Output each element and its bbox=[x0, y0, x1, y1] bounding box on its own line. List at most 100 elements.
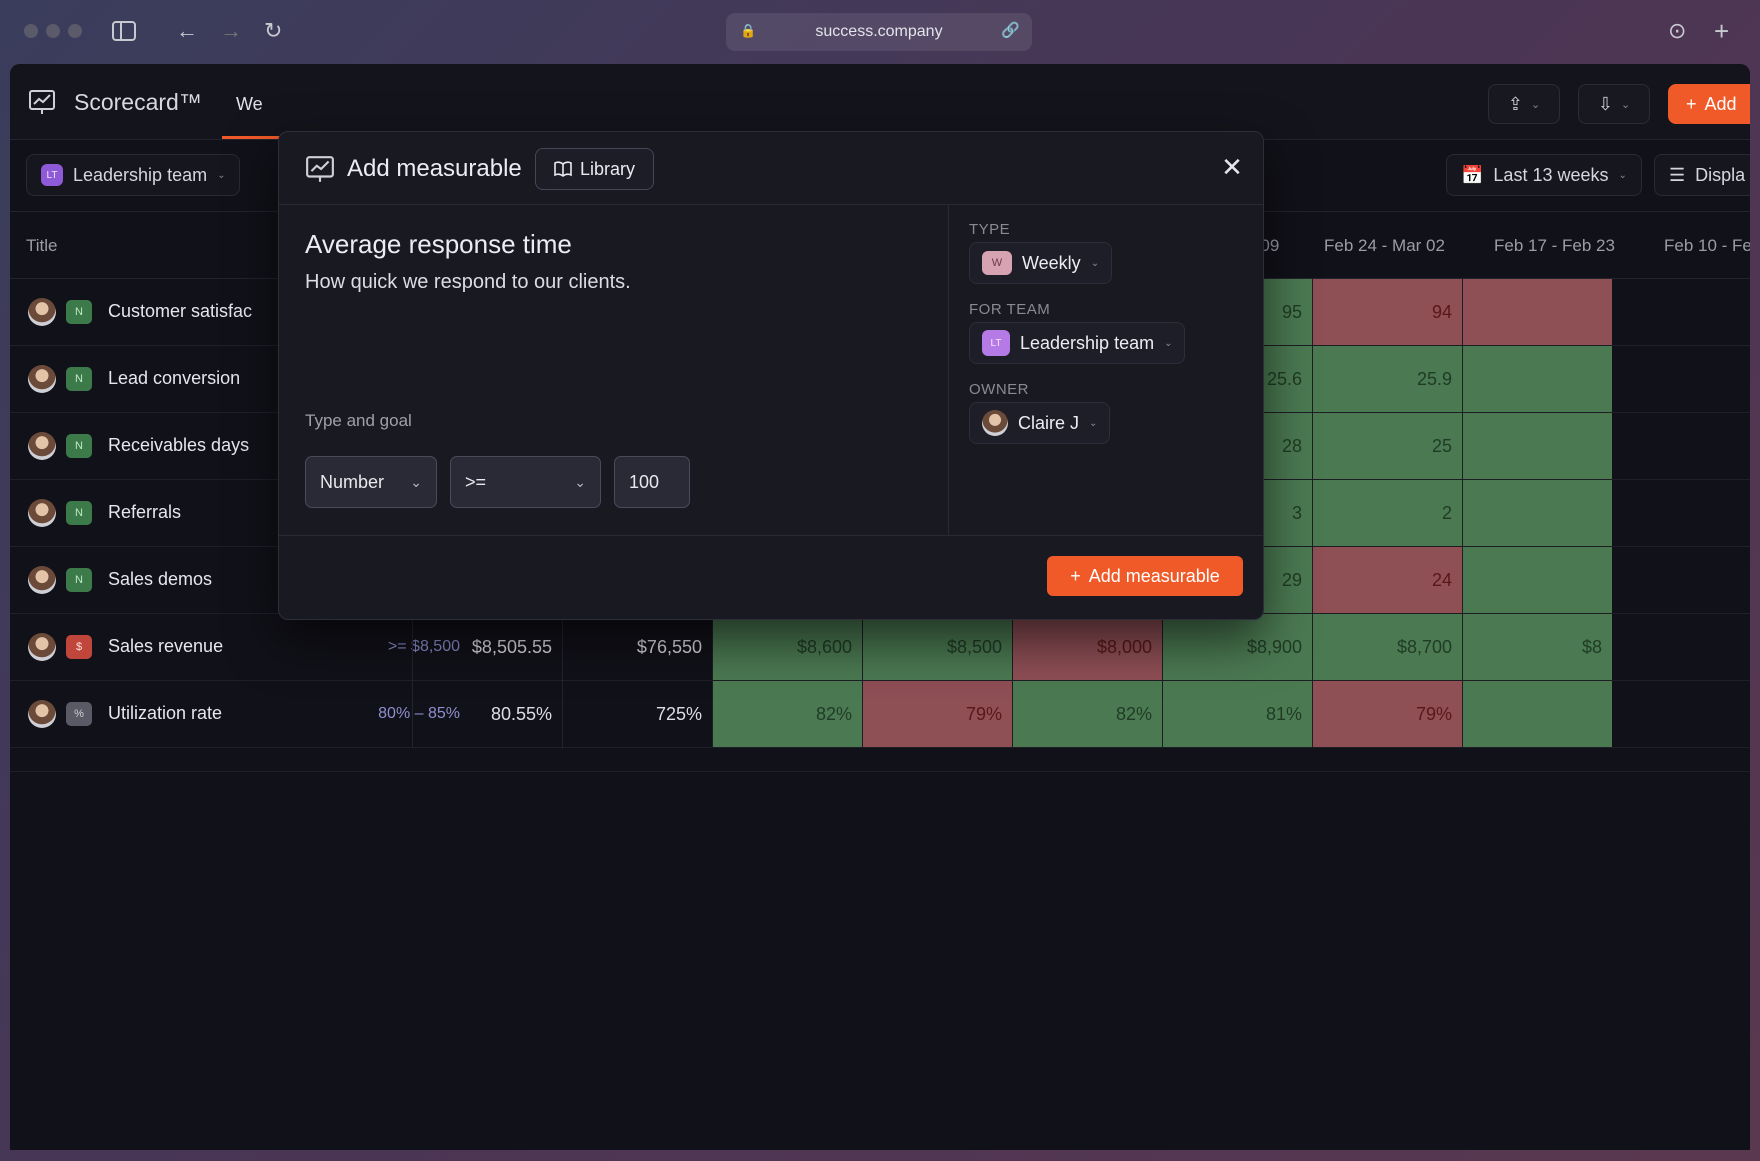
goal-value-input[interactable]: 100 bbox=[614, 456, 690, 508]
week-value-cell[interactable]: $8 bbox=[1462, 614, 1612, 681]
export-button[interactable]: ⇪ ⌄ bbox=[1488, 84, 1560, 124]
week-value-cell[interactable]: 79% bbox=[862, 681, 1012, 748]
display-options-button[interactable]: ☰ Displa bbox=[1654, 154, 1750, 196]
week-value-cell[interactable]: 2 bbox=[1312, 480, 1462, 547]
forward-arrow-icon[interactable]: → bbox=[220, 20, 242, 42]
average-cell: 80.55% bbox=[412, 681, 562, 748]
back-arrow-icon[interactable]: ← bbox=[176, 20, 198, 42]
measurable-description-input[interactable]: How quick we respond to our clients. bbox=[305, 271, 631, 294]
address-bar[interactable]: 🔒 success.company 🔗 bbox=[726, 13, 1032, 51]
owner-select[interactable]: Claire J ⌄ bbox=[969, 402, 1111, 444]
week-value-cell[interactable]: $8,700 bbox=[1312, 614, 1462, 681]
measurable-kind-badge: $ bbox=[66, 635, 92, 659]
avatar bbox=[28, 365, 56, 393]
import-button[interactable]: ⇩ ⌄ bbox=[1578, 84, 1650, 124]
app-window: Scorecard™ We ⇪ ⌄ ⇩ ⌄ + Add LT Leadership t… bbox=[10, 64, 1750, 1150]
week-value-cell[interactable]: 94 bbox=[1312, 279, 1462, 346]
column-header-title[interactable]: Title bbox=[26, 236, 58, 256]
week-value-cell[interactable]: $8,500 bbox=[862, 614, 1012, 681]
avatar bbox=[28, 700, 56, 728]
week-value-cell[interactable]: 25.9 bbox=[1312, 346, 1462, 413]
avatar bbox=[28, 499, 56, 527]
browser-chrome: ← → ↻ 🔒 success.company 🔗 ⊙ + bbox=[0, 0, 1760, 64]
week-value-cell[interactable]: $8,600 bbox=[712, 614, 862, 681]
table-row[interactable]: % Utilization rate 80% – 85% 80.55% 725% 82% 7… bbox=[10, 681, 1750, 748]
table-footer-spacer bbox=[10, 748, 1750, 772]
measurable-title[interactable]: Utilization rate bbox=[108, 703, 222, 724]
week-value-cell[interactable]: 79% bbox=[1312, 681, 1462, 748]
team-badge: LT bbox=[41, 164, 63, 186]
date-range-filter[interactable]: 📅 Last 13 weeks ⌄ bbox=[1446, 154, 1642, 196]
measurable-title[interactable]: Lead conversion bbox=[108, 368, 240, 389]
measurable-title[interactable]: Sales revenue bbox=[108, 636, 223, 657]
active-tab-indicator bbox=[222, 136, 282, 139]
scorecard-chart-icon bbox=[306, 156, 334, 182]
sidebar-toggle-icon[interactable] bbox=[112, 20, 136, 46]
week-value-cell[interactable]: 81% bbox=[1162, 681, 1312, 748]
week-value-cell[interactable] bbox=[1462, 346, 1612, 413]
week-value-cell[interactable]: 25 bbox=[1312, 413, 1462, 480]
new-tab-icon[interactable]: + bbox=[1714, 18, 1729, 44]
lock-icon: 🔒 bbox=[740, 23, 757, 38]
close-icon[interactable]: ✕ bbox=[1215, 150, 1249, 184]
team-badge: LT bbox=[982, 330, 1010, 356]
week-value-cell[interactable] bbox=[1462, 547, 1612, 614]
tab-weekly[interactable]: We bbox=[236, 94, 263, 115]
measurable-kind-badge: N bbox=[66, 501, 92, 525]
scorecard-logo-icon bbox=[29, 90, 55, 114]
add-measurable-label: Add measurable bbox=[1088, 565, 1220, 586]
week-value-cell[interactable] bbox=[1462, 413, 1612, 480]
week-value-cell[interactable]: 24 bbox=[1312, 547, 1462, 614]
measurable-name-input[interactable]: Average response time bbox=[305, 229, 572, 260]
week-value-cell[interactable]: 82% bbox=[1012, 681, 1162, 748]
book-icon bbox=[554, 161, 572, 177]
add-measurable-button[interactable]: + Add measurable bbox=[1047, 556, 1243, 596]
add-button[interactable]: + Add bbox=[1668, 84, 1750, 124]
library-button[interactable]: Library bbox=[535, 148, 654, 190]
measurable-properties: TYPE W Weekly ⌄ FOR TEAM LT Leadership t… bbox=[949, 205, 1265, 535]
column-header-week[interactable]: Feb 17 - Feb 23 bbox=[1494, 236, 1615, 256]
reload-icon[interactable]: ↻ bbox=[264, 20, 282, 42]
type-label: TYPE bbox=[969, 221, 1011, 238]
week-value-cell[interactable]: 82% bbox=[712, 681, 862, 748]
table-row[interactable]: $ Sales revenue >= $8,500 $8,505.55 $76,550 $… bbox=[10, 614, 1750, 681]
add-button-label: Add bbox=[1704, 93, 1737, 114]
measurable-title[interactable]: Receivables days bbox=[108, 435, 249, 456]
goal-value-text: 100 bbox=[629, 471, 660, 492]
measurable-title[interactable]: Sales demos bbox=[108, 569, 212, 590]
minimize-window-dot[interactable] bbox=[46, 24, 60, 38]
type-value: Weekly bbox=[1022, 252, 1081, 273]
operator-select[interactable]: >= ⌄ bbox=[450, 456, 601, 508]
unit-select[interactable]: Number ⌄ bbox=[305, 456, 437, 508]
chevron-down-icon: ⌄ bbox=[217, 169, 226, 181]
team-filter[interactable]: LT Leadership team ⌄ bbox=[26, 154, 241, 196]
team-label: FOR TEAM bbox=[969, 301, 1051, 318]
avatar bbox=[982, 410, 1008, 436]
average-cell: $8,505.55 bbox=[412, 614, 562, 681]
type-select[interactable]: W Weekly ⌄ bbox=[969, 242, 1113, 284]
maximize-window-dot[interactable] bbox=[68, 24, 82, 38]
week-value-cell[interactable] bbox=[1462, 480, 1612, 547]
modal-header: Add measurable Library ✕ bbox=[279, 132, 1263, 205]
column-header-week[interactable]: Feb 24 - Mar 02 bbox=[1324, 236, 1445, 256]
measurable-title[interactable]: Referrals bbox=[108, 502, 181, 523]
week-value-cell[interactable] bbox=[1462, 681, 1612, 748]
team-filter-label: Leadership team bbox=[73, 164, 208, 185]
total-cell: $76,550 bbox=[562, 614, 712, 681]
measurable-title[interactable]: Customer satisfac bbox=[108, 301, 252, 322]
calendar-icon: 📅 bbox=[1461, 164, 1484, 185]
chevron-down-icon: ⌄ bbox=[574, 473, 586, 490]
team-select[interactable]: LT Leadership team ⌄ bbox=[969, 322, 1186, 364]
column-header-week[interactable]: Feb 10 - Fe bbox=[1664, 236, 1750, 256]
link-icon[interactable]: 🔗 bbox=[1001, 21, 1020, 39]
url-text: success.company bbox=[815, 23, 943, 40]
chevron-down-icon: ⌄ bbox=[1090, 257, 1100, 269]
chevron-down-icon: ⌄ bbox=[1530, 98, 1541, 111]
week-value-cell[interactable]: $8,000 bbox=[1012, 614, 1162, 681]
app-title: Scorecard™ bbox=[74, 89, 202, 115]
measurable-kind-badge: N bbox=[66, 367, 92, 391]
download-icon[interactable]: ⊙ bbox=[1668, 20, 1686, 42]
close-window-dot[interactable] bbox=[24, 24, 38, 38]
week-value-cell[interactable]: $8,900 bbox=[1162, 614, 1312, 681]
week-value-cell[interactable] bbox=[1462, 279, 1612, 346]
